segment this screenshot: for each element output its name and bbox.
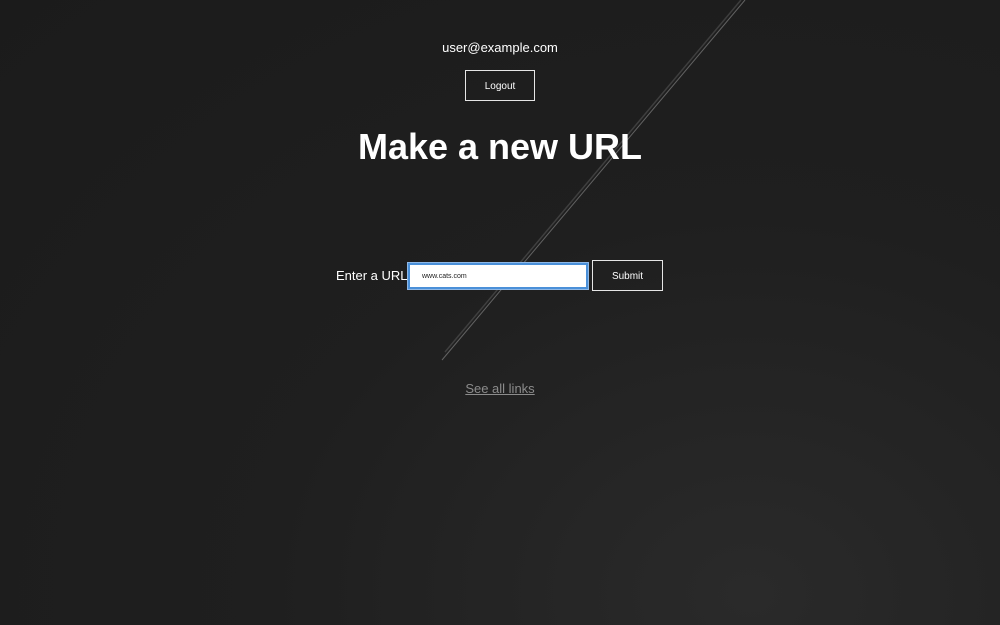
submit-button[interactable]: Submit bbox=[592, 260, 663, 291]
logout-button[interactable]: Logout bbox=[465, 70, 535, 101]
url-input[interactable] bbox=[407, 262, 589, 290]
see-all-links-link[interactable]: See all links bbox=[465, 381, 534, 396]
user-email: user@example.com bbox=[442, 40, 558, 55]
see-all-links: See all links bbox=[0, 381, 1000, 396]
url-label: Enter a URL: bbox=[336, 268, 412, 283]
page-title: Make a new URL bbox=[357, 126, 643, 167]
